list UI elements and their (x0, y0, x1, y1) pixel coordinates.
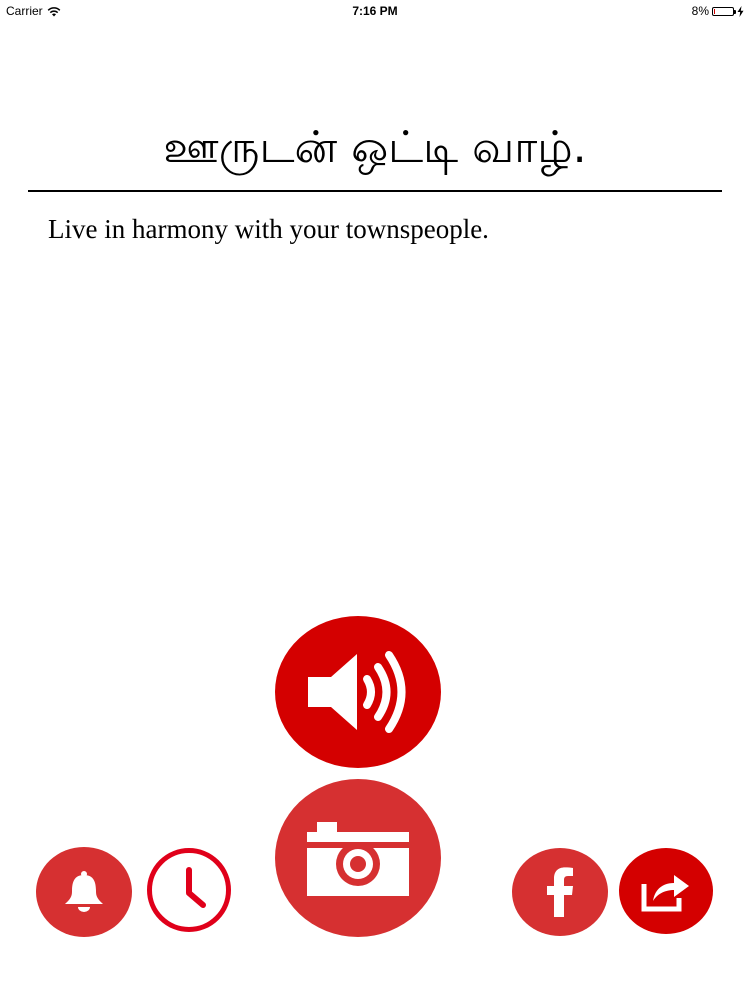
status-time: 7:16 PM (352, 4, 398, 18)
battery-icon (712, 6, 736, 16)
status-bar: Carrier 7:16 PM 8% (0, 0, 750, 22)
camera-button[interactable] (275, 779, 441, 937)
schedule-button[interactable] (147, 848, 231, 932)
proverb-translation: Live in harmony with your townspeople. (48, 214, 489, 244)
proverb-tamil: ஊருடன் ஒட்டி வாழ். (163, 122, 587, 173)
facebook-share-button[interactable] (512, 848, 608, 936)
reminder-button[interactable] (36, 847, 132, 937)
share-button[interactable] (619, 848, 713, 934)
play-audio-button[interactable] (275, 616, 441, 768)
battery-level (714, 8, 715, 14)
divider (28, 190, 722, 192)
speaker-icon (308, 651, 406, 733)
battery-percent: 8% (691, 4, 709, 18)
camera-icon (307, 822, 409, 896)
bell-icon (65, 871, 103, 912)
battery-group: 8% (692, 4, 744, 18)
share-icon (641, 875, 689, 912)
clock-icon (186, 867, 206, 908)
facebook-icon (547, 867, 573, 917)
charging-bolt-icon (737, 5, 744, 17)
